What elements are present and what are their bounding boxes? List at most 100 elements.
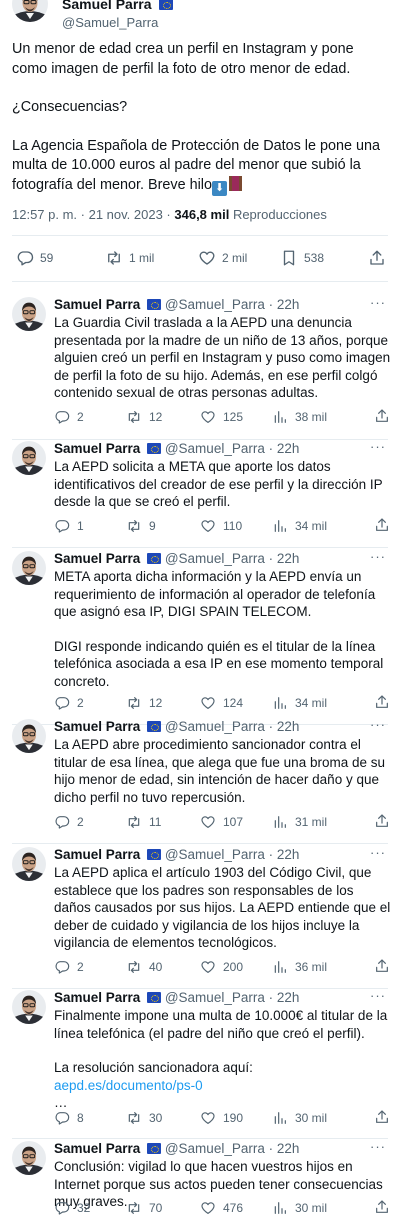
- views-chart-icon: [274, 411, 286, 423]
- divider: [12, 843, 388, 844]
- views-count: 31 mil: [295, 815, 328, 829]
- reply-header: Samuel Parra @Samuel_Parra · 22h: [54, 719, 299, 734]
- retweet-count: 1 mil: [129, 251, 155, 265]
- reply-button[interactable]: 2: [54, 958, 84, 976]
- views-button[interactable]: 34 mil: [272, 694, 327, 712]
- author-handle-time[interactable]: @Samuel_Parra · 22h: [165, 719, 300, 734]
- retweet-button[interactable]: 9: [126, 517, 156, 535]
- share-button[interactable]: [374, 958, 390, 974]
- reply-button[interactable]: 59: [16, 245, 53, 271]
- thread-spool-emoji: [229, 175, 242, 191]
- retweet-button[interactable]: 30: [126, 1109, 162, 1127]
- author-handle-time[interactable]: @Samuel_Parra · 22h: [165, 990, 300, 1005]
- divider: [12, 547, 388, 548]
- share-icon: [376, 959, 388, 972]
- share-icon: [376, 1110, 388, 1123]
- views-button[interactable]: 34 mil: [272, 517, 327, 535]
- share-icon: [376, 814, 388, 827]
- like-button[interactable]: 200: [200, 958, 243, 976]
- reply-button[interactable]: 1: [54, 517, 84, 535]
- like-button[interactable]: 2 mil: [198, 245, 247, 271]
- author-display-name[interactable]: Samuel Parra: [54, 551, 140, 566]
- author-display-name[interactable]: Samuel Parra: [54, 990, 140, 1005]
- like-button[interactable]: 125: [200, 408, 243, 426]
- author-avatar[interactable]: [12, 1141, 46, 1175]
- reply-button[interactable]: 2: [54, 694, 84, 712]
- author-handle[interactable]: @Samuel_Parra: [62, 15, 173, 30]
- views-button[interactable]: 38 mil: [272, 408, 327, 426]
- more-options-icon[interactable]: ···: [370, 988, 386, 1003]
- reply-actions: 2 11 107 31 mil: [54, 813, 390, 831]
- author-handle-time[interactable]: @Samuel_Parra · 22h: [165, 551, 300, 566]
- share-button[interactable]: [374, 517, 390, 533]
- views-button[interactable]: 36 mil: [272, 958, 327, 976]
- author-display-name[interactable]: Samuel Parra: [54, 441, 140, 456]
- retweet-count: 12: [149, 410, 163, 424]
- retweet-button[interactable]: 11: [126, 813, 161, 831]
- retweet-button[interactable]: 12: [126, 408, 162, 426]
- author-handle-time[interactable]: @Samuel_Parra · 22h: [165, 441, 300, 456]
- author-avatar[interactable]: [12, 297, 46, 331]
- divider: [12, 281, 388, 282]
- author-display-name[interactable]: Samuel Parra: [54, 297, 140, 312]
- reply-count: 8: [77, 1111, 84, 1125]
- reply-actions: 2 12 124 34 mil: [54, 694, 390, 712]
- like-button[interactable]: 107: [200, 813, 243, 831]
- share-button[interactable]: [374, 1199, 390, 1215]
- author-avatar[interactable]: [12, 551, 46, 585]
- like-button[interactable]: 476: [200, 1199, 243, 1217]
- author-avatar[interactable]: [12, 847, 46, 881]
- retweet-count: 70: [149, 1201, 163, 1215]
- more-options-icon[interactable]: ···: [370, 1139, 386, 1154]
- views-button[interactable]: 30 mil: [272, 1109, 327, 1127]
- divider: [12, 988, 388, 989]
- author-handle-time[interactable]: @Samuel_Parra · 22h: [165, 1141, 300, 1156]
- more-options-icon[interactable]: ···: [370, 295, 386, 310]
- resolution-link[interactable]: aepd.es/documento/ps-0: [54, 1078, 203, 1093]
- like-button[interactable]: 124: [200, 694, 243, 712]
- share-icon: [370, 250, 384, 265]
- more-options-icon[interactable]: ···: [370, 439, 386, 454]
- share-button[interactable]: [368, 245, 386, 271]
- retweet-button[interactable]: 40: [126, 958, 162, 976]
- author-avatar[interactable]: [12, 0, 48, 22]
- bookmark-button[interactable]: 538: [280, 245, 324, 271]
- main-tweet-text: Un menor de edad crea un perfil en Insta…: [12, 40, 390, 215]
- eu-flag-badge-icon: [147, 299, 162, 310]
- author-handle-time[interactable]: @Samuel_Parra · 22h: [165, 847, 300, 862]
- author-display-name[interactable]: Samuel Parra: [62, 0, 152, 12]
- author-handle-time[interactable]: @Samuel_Parra · 22h: [165, 297, 300, 312]
- share-button[interactable]: [374, 694, 390, 710]
- reply-button[interactable]: 8: [54, 1109, 84, 1127]
- views-button[interactable]: 30 mil: [272, 1199, 327, 1217]
- retweet-icon: [108, 251, 120, 265]
- share-button[interactable]: [374, 408, 390, 424]
- author-display-name[interactable]: Samuel Parra: [54, 1141, 140, 1156]
- share-button[interactable]: [374, 1109, 390, 1125]
- author-avatar[interactable]: [12, 719, 46, 753]
- reply-button[interactable]: 32: [54, 1199, 90, 1217]
- like-button[interactable]: 110: [200, 517, 242, 535]
- more-options-icon[interactable]: ···: [370, 845, 386, 860]
- more-options-icon[interactable]: ···: [370, 717, 386, 732]
- share-button[interactable]: [374, 813, 390, 829]
- reply-button[interactable]: 2: [54, 813, 84, 831]
- views-button[interactable]: 31 mil: [272, 813, 327, 831]
- like-count: 125: [223, 410, 244, 424]
- author-avatar[interactable]: [12, 990, 46, 1024]
- author-avatar[interactable]: [12, 441, 46, 475]
- retweet-button[interactable]: 70: [126, 1199, 162, 1217]
- tweet-paragraph: Un menor de edad crea un perfil en Insta…: [12, 41, 354, 77]
- retweet-count: 11: [149, 815, 162, 829]
- author-display-name[interactable]: Samuel Parra: [54, 847, 140, 862]
- like-button[interactable]: 190: [200, 1109, 243, 1127]
- retweet-button[interactable]: 12: [126, 694, 162, 712]
- more-options-icon[interactable]: ···: [370, 549, 386, 564]
- tweet-timestamp[interactable]: 12:57 p. m. · 21 nov. 2023 ·: [12, 207, 171, 222]
- share-icon: [376, 695, 388, 708]
- retweet-button[interactable]: 1 mil: [105, 245, 154, 271]
- reply-button[interactable]: 2: [54, 408, 84, 426]
- author-display-name[interactable]: Samuel Parra: [54, 719, 140, 734]
- retweet-icon: [128, 697, 140, 709]
- views-count: 36 mil: [295, 960, 328, 974]
